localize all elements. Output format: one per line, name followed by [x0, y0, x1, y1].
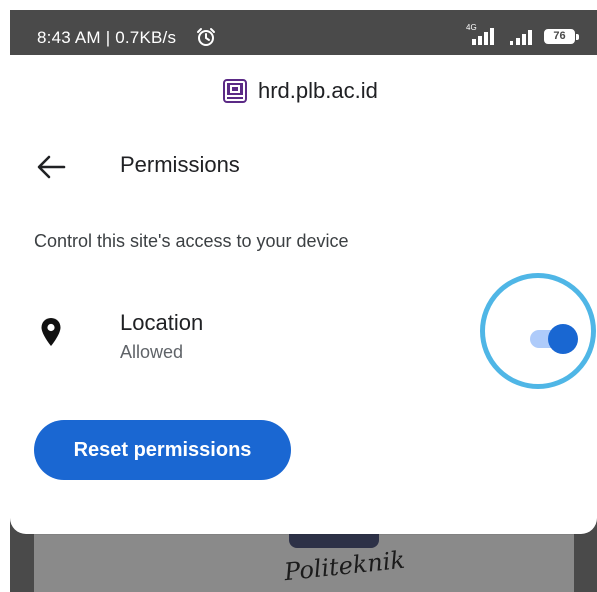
location-pin-icon [41, 318, 61, 346]
signal-icon [510, 30, 532, 45]
page-subtitle: Control this site's access to your devic… [34, 231, 349, 251]
signal-icon [472, 28, 494, 45]
permissions-sheet: hrd.plb.ac.id Permissions Control this s… [10, 55, 597, 534]
background-logo-text: Politeknik [282, 545, 407, 587]
toggle-knob [548, 324, 578, 354]
site-header: hrd.plb.ac.id [10, 75, 597, 109]
permission-status: Allowed [120, 342, 184, 362]
permission-row-location[interactable]: Location Allowed [10, 300, 597, 380]
permission-label: Location [120, 310, 204, 335]
site-domain: hrd.plb.ac.id [258, 78, 378, 103]
back-arrow-icon[interactable] [34, 153, 68, 181]
reset-permissions-button[interactable]: Reset permissions [34, 420, 291, 480]
page-title: Permissions [120, 152, 240, 177]
background-banner [289, 534, 379, 548]
alarm-icon [197, 28, 215, 46]
battery-tip [576, 34, 579, 40]
background-page: Politeknik [10, 534, 597, 592]
screen: 8:43 AM | 0.7KB/s 4G 76 Politeknik hrd.p… [10, 10, 597, 592]
location-toggle[interactable] [526, 324, 578, 354]
status-time-speed: 8:43 AM | 0.7KB/s [37, 28, 177, 47]
background-card: Politeknik [34, 534, 574, 592]
battery-icon: 76 [544, 29, 575, 44]
site-favicon-icon [223, 79, 247, 103]
